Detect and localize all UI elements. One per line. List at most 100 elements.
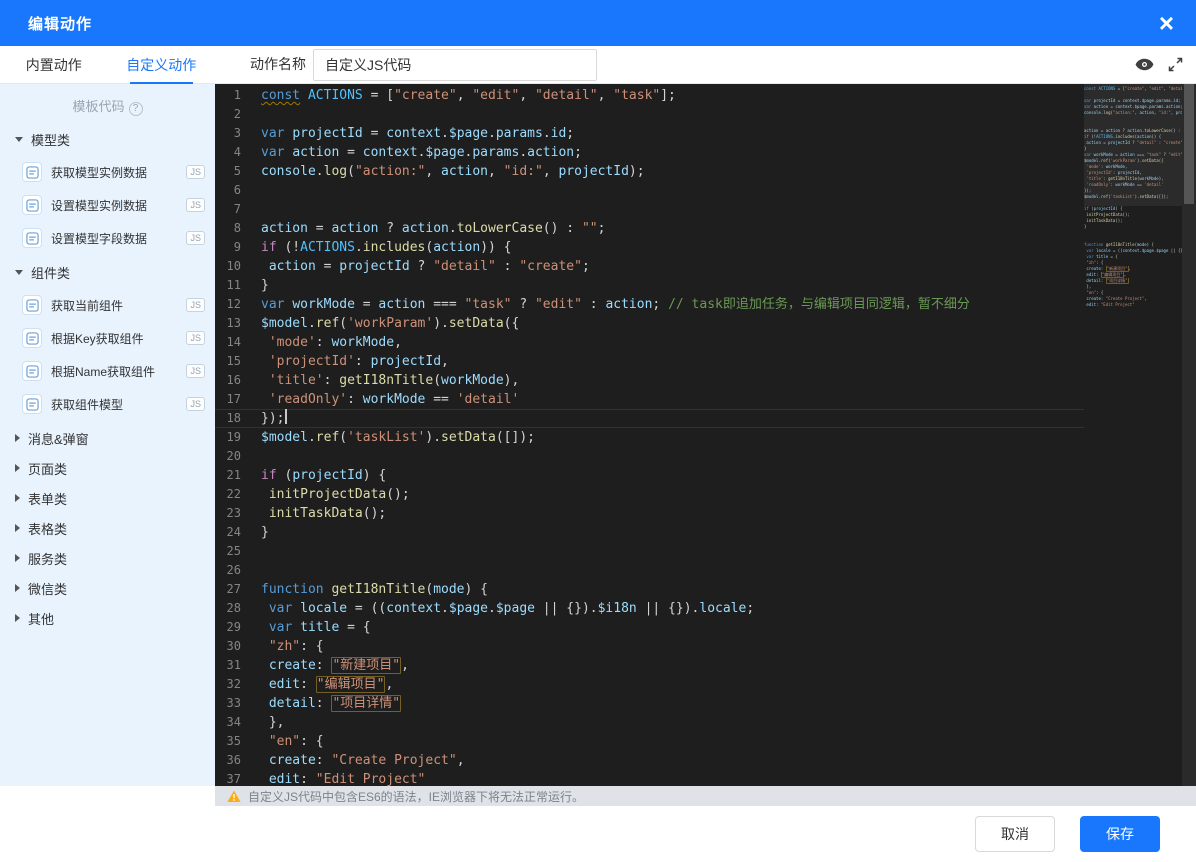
line-number: 11	[226, 278, 241, 292]
js-badge: JS	[186, 364, 205, 378]
js-badge: JS	[186, 298, 205, 312]
group-label: 模型类	[31, 132, 71, 148]
line-number: 16	[226, 373, 241, 387]
line-number: 27	[226, 582, 241, 596]
fullscreen-icon[interactable]	[1167, 56, 1184, 73]
code-line[interactable]: 17 'readOnly': workMode == 'detail'	[215, 390, 1084, 409]
code-line[interactable]: 20	[215, 447, 1084, 466]
code-line[interactable]: 3 var projectId = context.$page.params.id…	[215, 124, 1084, 143]
code-line[interactable]: 2	[215, 105, 1084, 124]
line-number: 12	[226, 297, 241, 311]
close-icon[interactable]: ×	[1159, 10, 1174, 36]
line-number: 34	[226, 715, 241, 729]
sidebar-action-item[interactable]: 获取当前组件 JS	[22, 291, 205, 319]
code-line[interactable]: 1 const ACTIONS = ["create", "edit", "det…	[215, 86, 1084, 105]
line-number: 13	[226, 316, 241, 330]
code-line[interactable]: 22 initProjectData();	[215, 485, 1084, 504]
code-line[interactable]: 30 "zh": {	[215, 637, 1084, 656]
code-line[interactable]: 23 initTaskData();	[215, 504, 1084, 523]
tab-custom-actions[interactable]: 自定义动作	[108, 46, 216, 84]
code-line[interactable]: 8 action = action ? action.toLowerCase() …	[215, 219, 1084, 238]
line-number: 17	[226, 392, 241, 406]
group-label: 表格类	[28, 521, 68, 537]
code-line[interactable]: 10 action = projectId ? "detail" : "crea…	[215, 257, 1084, 276]
code-line[interactable]: 37 edit: "Edit Project"	[215, 770, 1084, 786]
line-number: 32	[226, 677, 241, 691]
line-number: 5	[233, 164, 241, 178]
line-number: 19	[226, 430, 241, 444]
sidebar-group-header[interactable]: 服务类	[0, 543, 215, 573]
js-badge: JS	[186, 231, 205, 245]
line-number: 33	[226, 696, 241, 710]
code-line[interactable]: 33 detail: "项目详情"	[215, 694, 1084, 713]
code-line[interactable]: 15 'projectId': projectId,	[215, 352, 1084, 371]
code-line[interactable]: 31 create: "新建项目",	[215, 656, 1084, 675]
sidebar-action-item[interactable]: 根据Key获取组件 JS	[22, 324, 205, 352]
sidebar: 模板代码? 模型类获取模型实例数据 JS 设置模型实例数据 JS 设置模型字段数据 JS 组…	[0, 84, 215, 786]
tab-builtin-actions[interactable]: 内置动作	[0, 46, 108, 83]
code-line[interactable]: 24}	[215, 523, 1084, 542]
action-name-label: 动作名称	[250, 56, 306, 72]
code-line[interactable]: 19 $model.ref('taskList').setData([]);	[215, 428, 1084, 447]
sidebar-group-header[interactable]: 表格类	[0, 513, 215, 543]
code-line[interactable]: 12 var workMode = action === "task" ? "ed…	[215, 295, 1084, 314]
js-badge: JS	[186, 198, 205, 212]
sidebar-group-header[interactable]: 消息&弹窗	[0, 423, 215, 453]
code-line[interactable]: 25	[215, 542, 1084, 561]
code-line[interactable]: 13 $model.ref('workParam').setData({	[215, 314, 1084, 333]
sidebar-group-header[interactable]: 其他	[0, 603, 215, 633]
cancel-button[interactable]: 取消	[975, 816, 1055, 852]
code-line[interactable]: 7	[215, 200, 1084, 219]
sidebar-action-item[interactable]: 设置模型字段数据 JS	[22, 224, 205, 252]
action-name-input[interactable]	[313, 49, 597, 81]
editor-scrollbar[interactable]	[1182, 84, 1196, 786]
es6-warning-bar: 自定义JS代码中包含ES6的语法，IE浏览器下将无法正常运行。	[215, 786, 1196, 806]
group-label: 页面类	[28, 461, 68, 477]
code-line[interactable]: 5 console.log("action:", action, "id:", p…	[215, 162, 1084, 181]
line-number: 21	[226, 468, 241, 482]
sidebar-action-item[interactable]: 获取模型实例数据 JS	[22, 158, 205, 186]
text-cursor	[285, 409, 288, 424]
sidebar-group-header[interactable]: 页面类	[0, 453, 215, 483]
line-number: 9	[233, 240, 241, 254]
line-number: 28	[226, 601, 241, 615]
sidebar-group-header[interactable]: 表单类	[0, 483, 215, 513]
js-action-icon	[22, 361, 42, 381]
minimap-slider[interactable]	[1084, 84, 1182, 206]
code-line[interactable]: 34 },	[215, 713, 1084, 732]
code-line[interactable]: 11}	[215, 276, 1084, 295]
code-line[interactable]: 14 'mode': workMode,	[215, 333, 1084, 352]
code-line[interactable]: 4 var action = context.$page.params.actio…	[215, 143, 1084, 162]
scrollbar-thumb[interactable]	[1184, 84, 1194, 204]
code-line[interactable]: 6	[215, 181, 1084, 200]
code-line[interactable]: 16 'title': getI18nTitle(workMode),	[215, 371, 1084, 390]
sidebar-action-item[interactable]: 根据Name获取组件 JS	[22, 357, 205, 385]
save-button[interactable]: 保存	[1080, 816, 1160, 852]
code-lines[interactable]: 1 const ACTIONS = ["create", "edit", "det…	[215, 84, 1084, 786]
code-line[interactable]: 29 var title = {	[215, 618, 1084, 637]
chevron-right-icon	[15, 464, 20, 472]
chevron-right-icon	[15, 524, 20, 532]
template-code-link[interactable]: 模板代码?	[0, 96, 215, 116]
code-line[interactable]: 32 edit: "编辑项目",	[215, 675, 1084, 694]
code-line[interactable]: 21 if (projectId) {	[215, 466, 1084, 485]
code-line[interactable]: 36 create: "Create Project",	[215, 751, 1084, 770]
code-line[interactable]: 27 function getI18nTitle(mode) {	[215, 580, 1084, 599]
sidebar-group-header[interactable]: 模型类	[0, 124, 215, 154]
tab-bar: 内置动作 自定义动作	[0, 46, 216, 84]
code-line[interactable]: 18});	[215, 409, 1084, 428]
preview-eye-icon[interactable]	[1135, 58, 1154, 71]
sidebar-group-header[interactable]: 组件类	[0, 257, 215, 287]
js-badge: JS	[186, 331, 205, 345]
sidebar-action-item[interactable]: 设置模型实例数据 JS	[22, 191, 205, 219]
code-line[interactable]: 26	[215, 561, 1084, 580]
line-number: 31	[226, 658, 241, 672]
group-label: 微信类	[28, 581, 68, 597]
sidebar-group-header[interactable]: 微信类	[0, 573, 215, 603]
code-line[interactable]: 35 "en": {	[215, 732, 1084, 751]
line-number: 22	[226, 487, 241, 501]
code-line[interactable]: 28 var locale = ((context.$page.$page ||…	[215, 599, 1084, 618]
code-line[interactable]: 9 if (!ACTIONS.includes(action)) {	[215, 238, 1084, 257]
code-editor[interactable]: 1 const ACTIONS = ["create", "edit", "det…	[215, 84, 1196, 786]
sidebar-action-item[interactable]: 获取组件模型 JS	[22, 390, 205, 418]
